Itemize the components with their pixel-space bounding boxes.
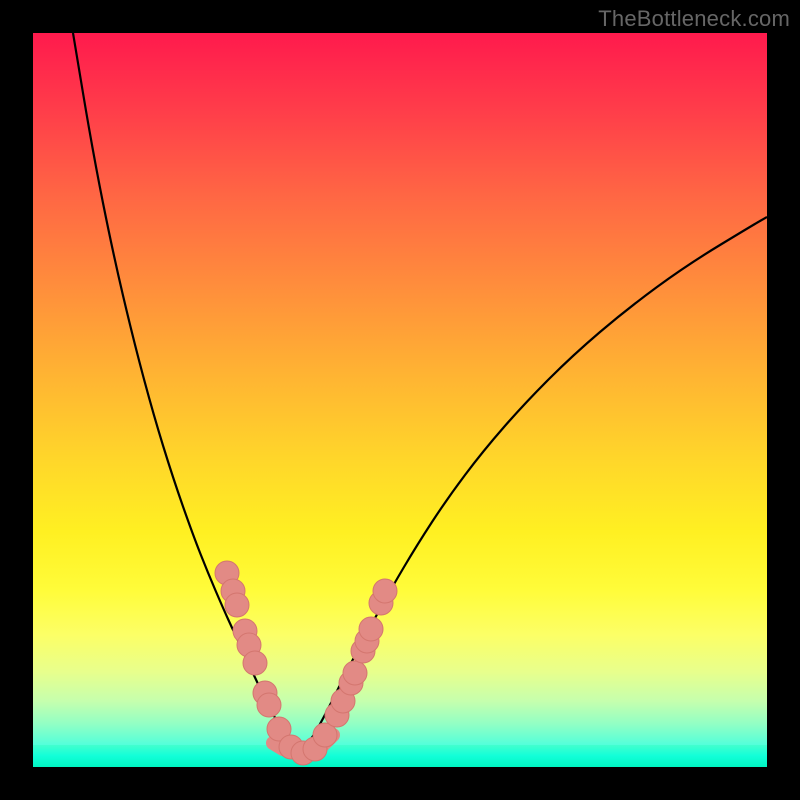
left-curve: [73, 33, 299, 749]
marker-group: [215, 561, 397, 765]
curve-group: [73, 33, 767, 753]
data-marker: [225, 593, 249, 617]
data-marker: [243, 651, 267, 675]
data-marker: [359, 617, 383, 641]
watermark-text: TheBottleneck.com: [598, 6, 790, 32]
data-marker: [373, 579, 397, 603]
right-curve: [299, 217, 767, 749]
data-marker: [257, 693, 281, 717]
data-marker: [343, 661, 367, 685]
chart-svg: [33, 33, 767, 767]
